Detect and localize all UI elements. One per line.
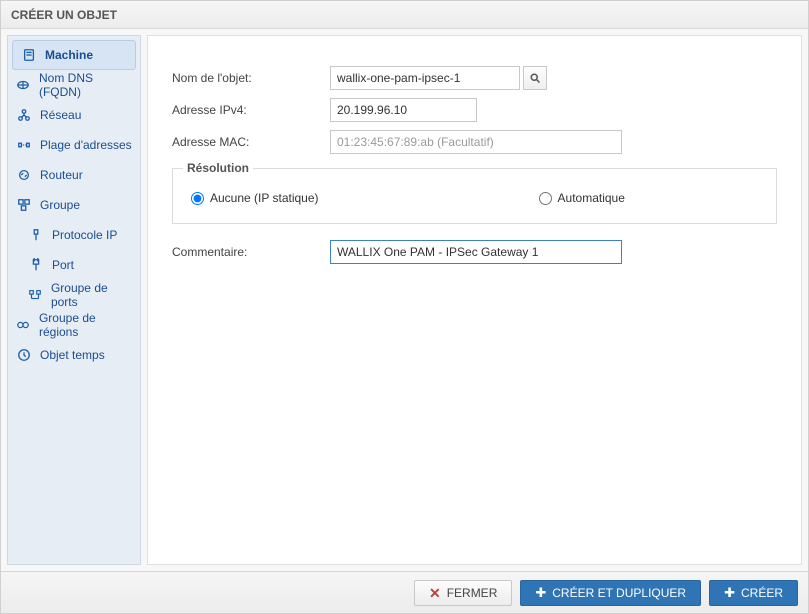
range-icon <box>16 137 32 153</box>
create-duplicate-label: CRÉER ET DUPLIQUER <box>552 586 686 600</box>
search-icon <box>529 72 541 84</box>
mac-label: Adresse MAC: <box>172 135 330 149</box>
close-button[interactable]: ✕ FERMER <box>414 580 512 606</box>
main-panel: Nom de l'objet: Adresse IPv4: Adresse MA… <box>147 35 802 565</box>
time-icon <box>16 347 32 363</box>
sidebar-item-time[interactable]: Objet temps <box>8 340 140 370</box>
sidebar-item-fqdn[interactable]: Nom DNS (FQDN) <box>8 70 140 100</box>
network-icon <box>16 107 32 123</box>
sidebar-item-label: Plage d'adresses <box>40 138 132 152</box>
resolution-fieldset: Résolution Aucune (IP statique) Automati… <box>172 168 777 224</box>
portgroup-icon <box>28 287 43 303</box>
object-name-input[interactable] <box>330 66 520 90</box>
resolution-auto-label: Automatique <box>558 191 625 205</box>
create-duplicate-button[interactable]: ✚ CRÉER ET DUPLIQUER <box>520 580 701 606</box>
sidebar-item-protocol[interactable]: Protocole IP <box>8 220 140 250</box>
sidebar-item-router[interactable]: Routeur <box>8 160 140 190</box>
group-icon <box>16 197 32 213</box>
sidebar-item-label: Nom DNS (FQDN) <box>39 71 132 99</box>
dialog-footer: ✕ FERMER ✚ CRÉER ET DUPLIQUER ✚ CRÉER <box>1 571 808 613</box>
sidebar-item-label: Groupe <box>40 198 80 212</box>
ipv4-input[interactable] <box>330 98 477 122</box>
dialog-title: CRÉER UN OBJET <box>1 1 808 29</box>
resolution-static-label: Aucune (IP statique) <box>210 191 319 205</box>
protocol-icon <box>28 227 44 243</box>
plus-duplicate-icon: ✚ <box>535 586 546 599</box>
sidebar-item-label: Port <box>52 258 74 272</box>
router-icon <box>16 167 32 183</box>
sidebar-item-label: Réseau <box>40 108 81 122</box>
sidebar: Machine Nom DNS (FQDN) Réseau Plage d'ad… <box>7 35 141 565</box>
comment-label: Commentaire: <box>172 245 330 259</box>
ipv4-label: Adresse IPv4: <box>172 103 330 117</box>
name-search-button[interactable] <box>523 66 547 90</box>
sidebar-item-range[interactable]: Plage d'adresses <box>8 130 140 160</box>
resolution-auto-radio[interactable] <box>539 192 552 205</box>
plus-icon: ✚ <box>724 586 735 599</box>
sidebar-item-label: Objet temps <box>40 348 105 362</box>
name-label: Nom de l'objet: <box>172 71 330 85</box>
comment-input[interactable] <box>330 240 622 264</box>
port-icon <box>28 257 44 273</box>
dialog-body: Machine Nom DNS (FQDN) Réseau Plage d'ad… <box>1 29 808 571</box>
regiongroup-icon <box>16 317 31 333</box>
sidebar-item-label: Groupe de ports <box>51 281 132 309</box>
sidebar-item-group[interactable]: Groupe <box>8 190 140 220</box>
fqdn-icon <box>16 77 31 93</box>
dialog-window: CRÉER UN OBJET Machine Nom DNS (FQDN) <box>0 0 809 614</box>
sidebar-item-portgroup[interactable]: Groupe de ports <box>8 280 140 310</box>
resolution-legend: Résolution <box>183 161 253 175</box>
mac-input[interactable] <box>330 130 622 154</box>
create-label: CRÉER <box>741 586 783 600</box>
resolution-static-radio[interactable] <box>191 192 204 205</box>
create-button[interactable]: ✚ CRÉER <box>709 580 798 606</box>
resolution-auto-option[interactable]: Automatique <box>539 191 625 205</box>
sidebar-item-port[interactable]: Port <box>8 250 140 280</box>
resolution-static-option[interactable]: Aucune (IP statique) <box>191 191 319 205</box>
close-button-label: FERMER <box>447 586 498 600</box>
sidebar-item-label: Protocole IP <box>52 228 117 242</box>
sidebar-item-network[interactable]: Réseau <box>8 100 140 130</box>
sidebar-item-regiongroup[interactable]: Groupe de régions <box>8 310 140 340</box>
sidebar-item-label: Machine <box>45 48 93 62</box>
server-icon <box>21 47 37 63</box>
close-icon: ✕ <box>429 586 441 600</box>
sidebar-item-label: Routeur <box>40 168 83 182</box>
sidebar-item-label: Groupe de régions <box>39 311 132 339</box>
sidebar-item-machine[interactable]: Machine <box>12 40 136 70</box>
